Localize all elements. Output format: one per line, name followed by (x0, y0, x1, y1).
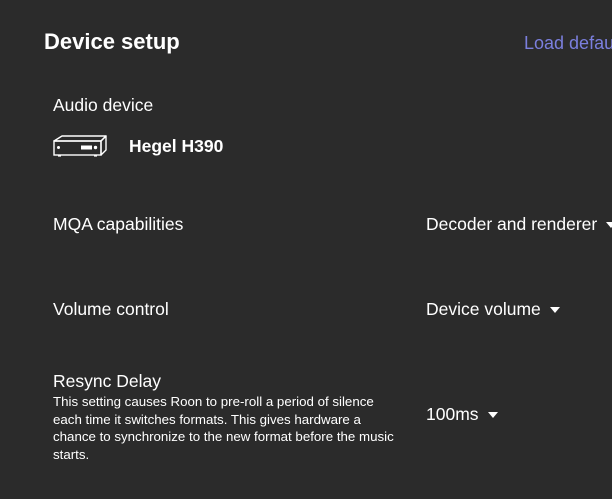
caret-down-icon (487, 411, 498, 418)
volume-control-label: Volume control (53, 299, 169, 319)
resync-delay-dropdown[interactable]: 100ms (426, 404, 498, 425)
resync-delay-value: 100ms (426, 404, 479, 424)
load-defaults-link[interactable]: Load defau (524, 33, 612, 54)
mqa-capabilities-label: MQA capabilities (53, 214, 184, 234)
audio-device-row: Hegel H390 (53, 131, 223, 161)
audio-device-label: Audio device (53, 95, 154, 115)
resync-delay-description: This setting causes Roon to pre-roll a p… (53, 394, 394, 462)
volume-control-dropdown[interactable]: Device volume (426, 299, 560, 320)
caret-down-icon (606, 221, 612, 228)
resync-delay-label: Resync Delay (53, 371, 161, 391)
page-title: Device setup (44, 29, 180, 54)
volume-control-value: Device volume (426, 299, 541, 319)
mqa-capabilities-dropdown[interactable]: Decoder and renderer (426, 214, 612, 235)
amplifier-icon (53, 135, 107, 157)
mqa-capabilities-value: Decoder and renderer (426, 214, 598, 234)
audio-device-name: Hegel H390 (129, 135, 224, 156)
caret-down-icon (549, 306, 560, 313)
device-setup-panel: Device setup Load defau Audio device Heg… (0, 0, 612, 499)
